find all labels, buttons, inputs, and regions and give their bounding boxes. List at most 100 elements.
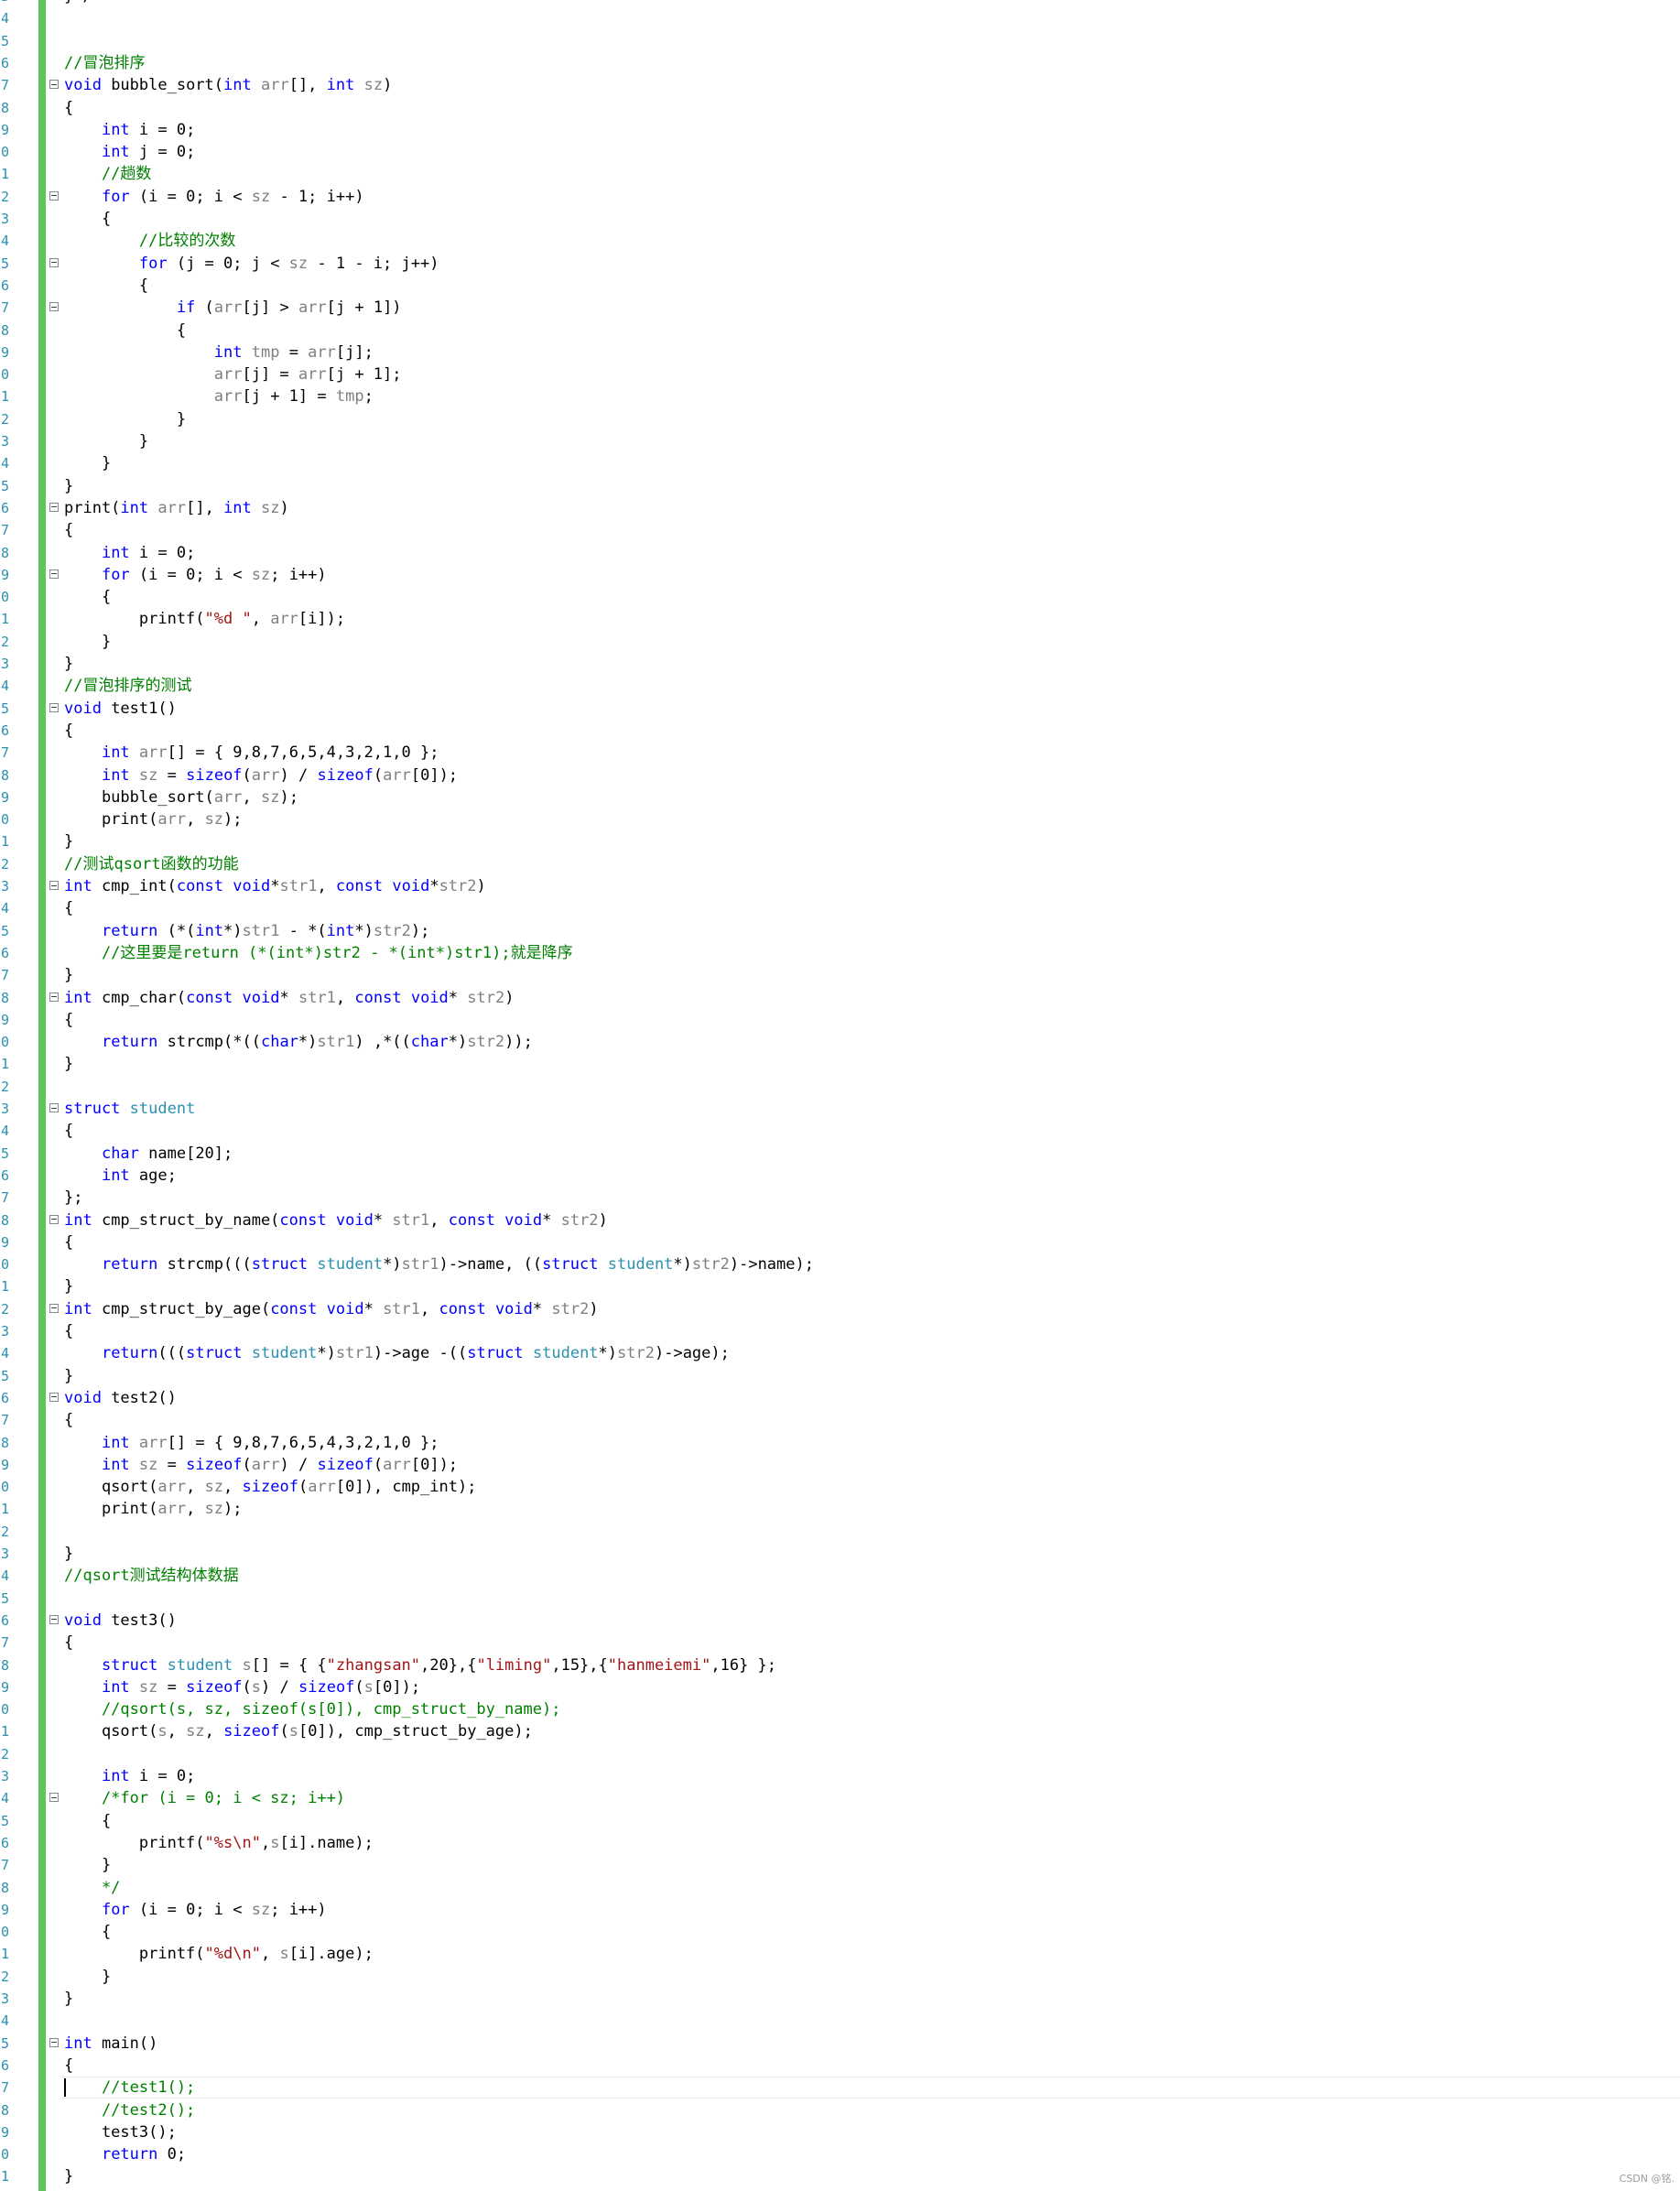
code-line[interactable]: 0 qsort(arr, sz, sizeof(arr[0]), cmp_int… [0, 1476, 1680, 1498]
code-line[interactable]: 5} [0, 1365, 1680, 1387]
collapse-icon[interactable] [49, 302, 59, 312]
code-line[interactable]: 9 int i = 0; [0, 119, 1680, 141]
code-line[interactable]: 4 [0, 2010, 1680, 2032]
code-line[interactable]: 1} [0, 1275, 1680, 1297]
code-line[interactable]: 6{ [0, 2055, 1680, 2077]
code-line[interactable]: 3 int cmp_int(const void*str1, const void… [0, 875, 1680, 897]
code-line[interactable]: 0 { [0, 586, 1680, 608]
code-line[interactable]: 8 int cmp_char(const void* str1, const vo… [0, 987, 1680, 1009]
collapse-icon[interactable] [49, 502, 59, 512]
collapse-icon[interactable] [49, 1303, 59, 1313]
code-line[interactable]: 9 for (i = 0; i < sz; i++) [0, 564, 1680, 586]
code-line[interactable]: 7 int arr[] = { 9,8,7,6,5,4,3,2,1,0 }; [0, 742, 1680, 764]
collapse-icon[interactable] [49, 1614, 59, 1624]
code-line[interactable]: 3 struct student [0, 1098, 1680, 1120]
code-line[interactable]: 2 for (i = 0; i < sz - 1; i++) [0, 186, 1680, 208]
code-line[interactable]: 9{ [0, 1231, 1680, 1253]
code-line[interactable]: 0 return strcmp(*((char*)str1) ,*((char*… [0, 1031, 1680, 1053]
code-line[interactable]: 5 { [0, 1810, 1680, 1832]
code-line[interactable]: 5} [0, 475, 1680, 497]
code-line[interactable]: 3} [0, 653, 1680, 675]
collapse-icon[interactable] [49, 881, 59, 890]
code-line[interactable]: 7 if (arr[j] > arr[j + 1]) [0, 297, 1680, 319]
code-line[interactable]: 7{ [0, 1632, 1680, 1654]
code-line[interactable]: 8{ [0, 97, 1680, 119]
code-line[interactable]: 6 printf("%s\n",s[i].name); [0, 1832, 1680, 1854]
code-line[interactable]: 3} [0, 1988, 1680, 2010]
code-line[interactable]: 0 arr[j] = arr[j + 1]; [0, 363, 1680, 385]
code-line[interactable]: 4 [0, 7, 1680, 29]
code-line[interactable]: 3 int i = 0; [0, 1765, 1680, 1787]
code-line[interactable]: 5 [0, 1588, 1680, 1610]
code-line[interactable]: 5 char name[20]; [0, 1143, 1680, 1165]
code-line[interactable]: 1} [0, 1053, 1680, 1075]
code-line[interactable]: 4{ [0, 897, 1680, 919]
code-line[interactable]: 1 //趟数 [0, 163, 1680, 185]
code-line[interactable]: 1 arr[j + 1] = tmp; [0, 385, 1680, 407]
collapse-icon[interactable] [49, 2037, 59, 2047]
code-line[interactable]: 0 int j = 0; [0, 141, 1680, 163]
code-line[interactable]: 6 //冒泡排序 [0, 52, 1680, 74]
code-line[interactable]: 3 } [0, 430, 1680, 452]
collapse-icon[interactable] [49, 1103, 59, 1112]
code-line[interactable]: 3{ [0, 1320, 1680, 1342]
code-line[interactable]: 2 } [0, 408, 1680, 430]
code-line[interactable]: 4{ [0, 1120, 1680, 1142]
code-line[interactable]: 6 print(int arr[], int sz) [0, 497, 1680, 519]
collapse-icon[interactable] [49, 1793, 59, 1803]
code-line[interactable]: 6 void test3() [0, 1610, 1680, 1632]
code-line[interactable]: 6 //这里要是return (*(int*)str2 - *(int*)str… [0, 942, 1680, 964]
code-line[interactable]: 8 { [0, 320, 1680, 342]
code-line[interactable]: 9{ [0, 1009, 1680, 1031]
code-line[interactable]: 6{ [0, 720, 1680, 742]
code-line[interactable]: 8 //test2(); [0, 2099, 1680, 2121]
code-line[interactable]: 4 //冒泡排序的测试 [0, 675, 1680, 697]
code-line[interactable]: 2 [0, 1076, 1680, 1098]
code-line[interactable]: 2 [0, 1521, 1680, 1543]
code-line[interactable]: 8 int i = 0; [0, 542, 1680, 564]
code-line[interactable]: 1 qsort(s, sz, sizeof(s[0]), cmp_struct_… [0, 1720, 1680, 1742]
code-line[interactable]: 9 int tmp = arr[j]; [0, 342, 1680, 363]
code-line[interactable]: 1 print(arr, sz); [0, 1498, 1680, 1520]
code-line[interactable]: 3} [0, 1543, 1680, 1565]
collapse-icon[interactable] [49, 190, 59, 201]
code-line[interactable]: 4 //qsort测试结构体数据 [0, 1565, 1680, 1587]
code-line[interactable]: 9 bubble_sort(arr, sz); [0, 786, 1680, 808]
code-line[interactable]: 3 { [0, 208, 1680, 230]
code-line[interactable]: 5 for (j = 0; j < sz - 1 - i; j++) [0, 253, 1680, 275]
code-line[interactable]: 1} [0, 830, 1680, 852]
code-line[interactable]: 5 [0, 30, 1680, 52]
code-line[interactable]: 2 } [0, 631, 1680, 653]
code-line[interactable]: 4 /*for (i = 0; i < sz; i++) [0, 1787, 1680, 1809]
code-line[interactable]: 4 return(((struct student*)str1)->age -(… [0, 1342, 1680, 1364]
code-line[interactable]: 4 //比较的次数 [0, 230, 1680, 252]
code-line[interactable]: 9 int sz = sizeof(arr) / sizeof(arr[0]); [0, 1454, 1680, 1476]
code-line[interactable]: 0 print(arr, sz); [0, 808, 1680, 830]
collapse-icon[interactable] [49, 257, 59, 267]
collapse-icon[interactable] [49, 992, 59, 1002]
code-line[interactable]: 6 { [0, 275, 1680, 297]
code-line[interactable]: 7}; [0, 1187, 1680, 1209]
code-line[interactable]: 5 return (*(int*)str1 - *(int*)str2); [0, 920, 1680, 942]
code-line[interactable]: 8 struct student s[] = { {"zhangsan",20}… [0, 1654, 1680, 1676]
code-line[interactable]: 6 int age; [0, 1165, 1680, 1187]
collapse-icon[interactable] [49, 1214, 59, 1224]
code-line[interactable]: 0 return 0; [0, 2143, 1680, 2165]
code-line[interactable]: 1 printf("%d\n", s[i].age); [0, 1943, 1680, 1965]
code-line[interactable]: 2 //测试qsort函数的功能 [0, 853, 1680, 875]
code-line[interactable]: 8 int sz = sizeof(arr) / sizeof(arr[0]); [0, 765, 1680, 786]
code-line[interactable]: 9 int sz = sizeof(s) / sizeof(s[0]); [0, 1676, 1680, 1698]
code-line[interactable]: 5 void test1() [0, 698, 1680, 720]
collapse-icon[interactable] [49, 1392, 59, 1402]
code-line[interactable]: 2 [0, 1743, 1680, 1765]
code-line[interactable]: 6 void test2() [0, 1387, 1680, 1409]
code-line[interactable]: 0 //qsort(s, sz, sizeof(s[0]), cmp_struc… [0, 1698, 1680, 1720]
code-line[interactable]: 7{ [0, 1409, 1680, 1431]
collapse-icon[interactable] [49, 80, 59, 90]
code-line[interactable]: 9 test3(); [0, 2121, 1680, 2143]
code-line[interactable]: 1 printf("%d ", arr[i]); [0, 608, 1680, 630]
collapse-icon[interactable] [49, 702, 59, 712]
code-line[interactable]: 7 void bubble_sort(int arr[], int sz) [0, 74, 1680, 96]
code-line[interactable]: 8 int cmp_struct_by_name(const void* str1… [0, 1209, 1680, 1231]
code-line[interactable]: 8 int arr[] = { 9,8,7,6,5,4,3,2,1,0 }; [0, 1432, 1680, 1454]
